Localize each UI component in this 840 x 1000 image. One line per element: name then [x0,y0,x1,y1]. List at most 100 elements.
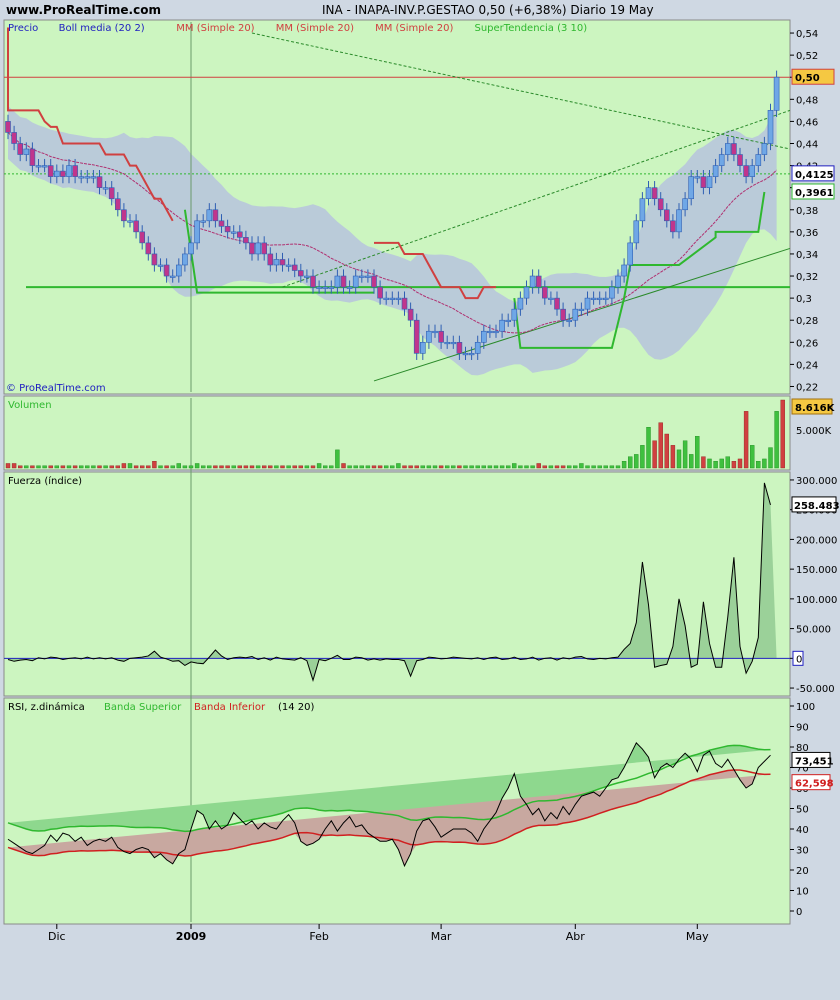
candle-body [413,319,420,354]
volume-bar [487,465,493,469]
candle-body [572,308,579,321]
volume-title: Volumen [8,400,52,411]
volume-bar [91,465,96,469]
price-tick-label: 0,34 [796,250,818,261]
site-title[interactable]: www.ProRealTime.com [6,3,161,17]
volume-bar [286,465,291,469]
volume-bar [213,465,218,469]
force-tick-label: 100.000 [796,595,837,606]
volume-bar [615,465,621,469]
candle-body [694,176,701,179]
rsi-tick-label: 30 [796,846,809,857]
candle-body [194,220,200,244]
candle-body [127,220,133,223]
candle-body [267,253,274,266]
candle-body [102,187,109,190]
candle-body [657,198,664,211]
volume-bar [72,465,78,469]
volume-bar [188,465,194,469]
candle-body [377,286,383,299]
candle-body [365,275,371,278]
volume-bar [432,465,438,469]
force-panel [3,471,791,697]
volume-bar [621,461,627,469]
volume-bar [78,465,84,469]
rsi-title-part: (14 20) [278,702,315,713]
volume-bar [420,465,425,469]
price-tick-label: 0,48 [796,95,818,106]
candle-body [426,330,432,343]
candle-body [419,341,426,354]
volume-bar [695,436,700,469]
candle-body [224,226,231,233]
volume-bar [445,465,450,469]
volume-bar [164,465,169,469]
candle-body [462,353,469,356]
volume-bar [97,465,102,469]
volume-bar [243,465,249,469]
price-tick-label: 0,54 [796,29,818,40]
volume-bar [475,465,480,469]
volume-bar [518,465,523,469]
candle-body [645,187,652,200]
volume-bar [268,465,273,469]
candle-body [584,297,591,310]
volume-bar [646,427,651,469]
volume-bar [707,458,712,469]
volume-bar [512,463,517,469]
candle-body [261,242,268,255]
candle-body [480,330,487,343]
candle-body [340,275,347,288]
volume-bar [750,445,755,469]
candle-body [737,154,743,166]
chart-title: INA - INAPA-INV.P.GESTAO 0,50 (+6,38%) D… [322,3,654,17]
candle-body [596,297,603,300]
candle-body [371,275,377,288]
volume-bar [682,440,688,469]
candle-body [456,341,463,354]
volume-bar [774,411,779,469]
candle-body [749,165,756,177]
candle-body [53,170,60,177]
volume-bar [481,465,486,469]
volume-bar [524,465,529,469]
force-tick-label: 50.000 [796,625,831,636]
volume-bar [731,461,737,469]
candle-body [297,270,304,277]
rsi-title-part: Banda Superior [104,702,182,713]
candle-body [249,242,255,255]
volume-bar [54,465,59,469]
volume-bar [591,465,596,469]
volume-bar [402,465,407,469]
volume-bar [36,465,41,469]
price-tick-label: 0,32 [796,272,818,283]
x-tick-label: Dic [48,930,66,943]
volume-bar [182,465,188,469]
volume-bar [335,449,340,469]
candle-body [407,308,414,321]
candle-body [322,286,329,289]
candle-body [328,286,335,289]
candle-body [670,220,676,233]
volume-bar [554,465,560,469]
candle-body [731,143,737,155]
candle-body [279,259,286,266]
candle-body [139,231,145,244]
volume-bar [384,465,389,469]
volume-bar [499,465,505,469]
volume-bar [701,456,706,469]
rsi-value-label: 62,598 [795,779,834,790]
candle-body [17,143,24,155]
candle-body [255,242,261,255]
candle-body [755,154,762,166]
volume-tick-label: 5.000K [796,426,832,437]
volume-bar [542,465,547,469]
candle-body [499,319,505,332]
candle-body [688,176,695,200]
price-tick-label: 0,44 [796,139,818,150]
volume-bar [628,456,633,469]
candle-body [761,143,768,155]
volume-bar [24,465,29,469]
volume-bar [341,463,346,469]
price-tick-label: 0,24 [796,360,818,371]
